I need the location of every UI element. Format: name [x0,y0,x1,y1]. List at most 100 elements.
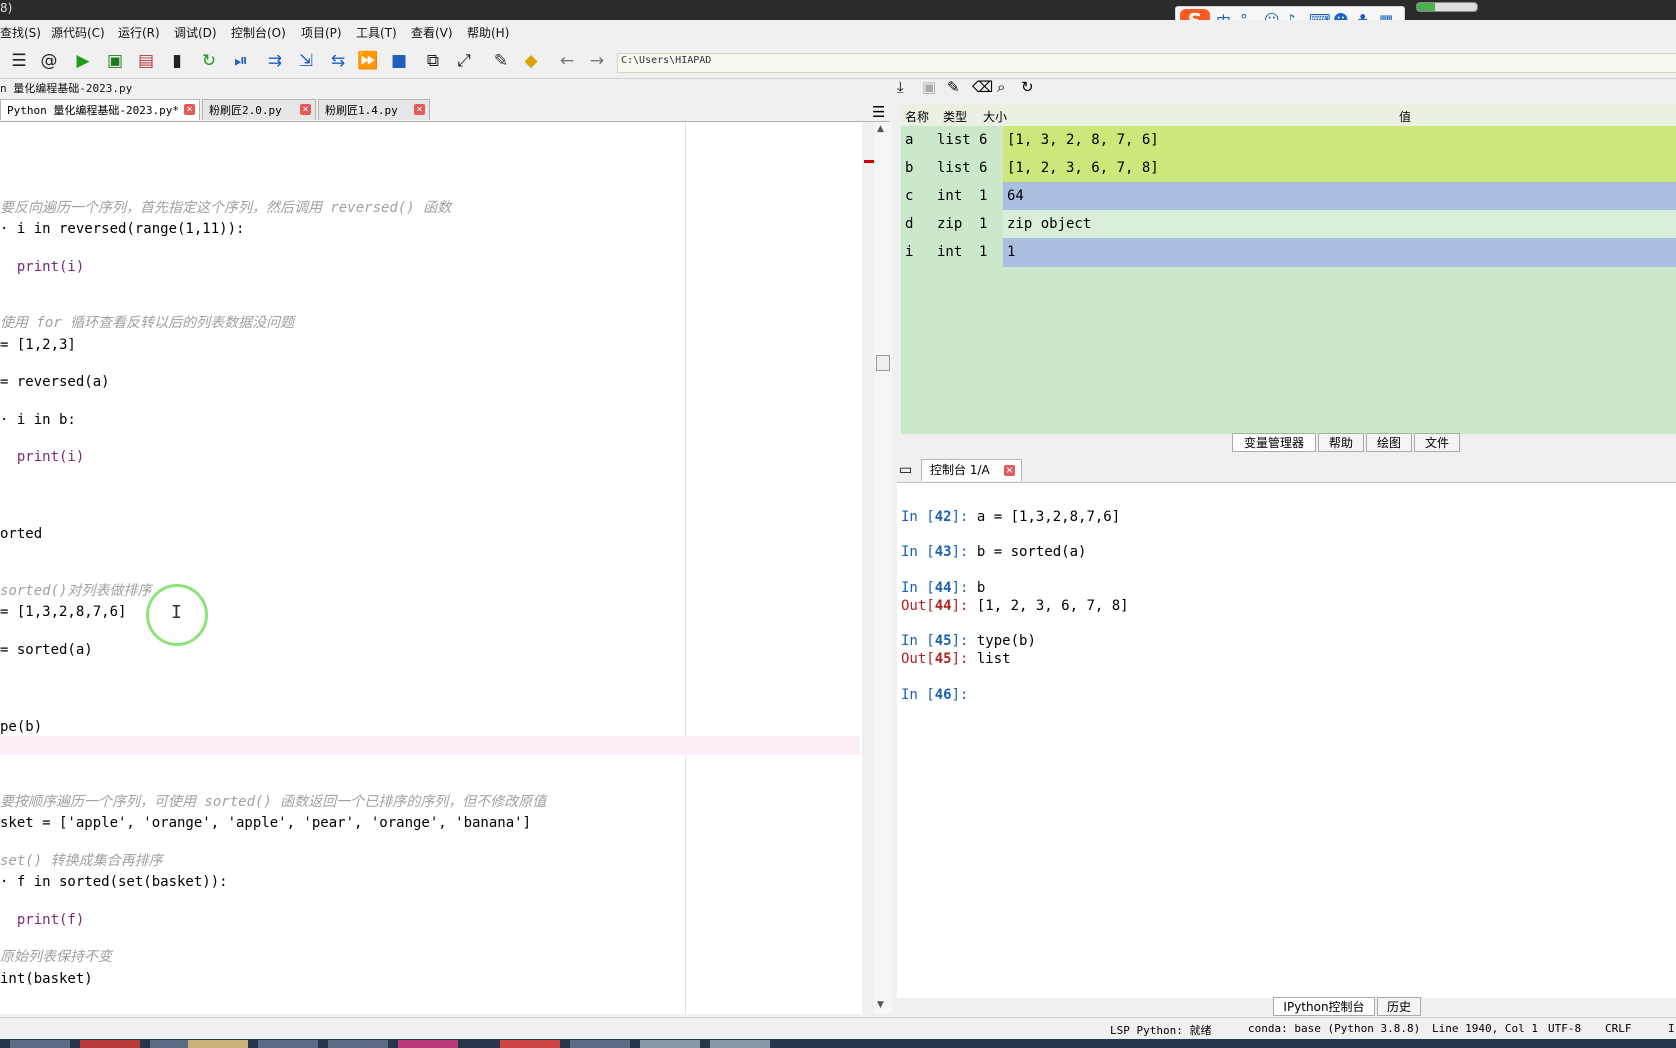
taskbar-item[interactable] [258,1040,318,1048]
save-as-icon[interactable]: ✎ [947,78,960,96]
step-into-icon[interactable]: ⇲ [295,50,317,72]
variable-row[interactable]: b list 6 [1, 2, 3, 6, 7, 8] [901,154,1676,183]
tab-ipython-console[interactable]: IPython控制台 [1273,997,1375,1016]
variable-value: [1, 2, 3, 6, 7, 8] [1007,160,1159,176]
run-icon[interactable]: ▶ [72,50,94,72]
variable-value: 1 [1007,244,1016,260]
folder-icon[interactable]: ▭ [899,462,912,478]
variable-row[interactable]: i int 1 1 [901,238,1676,267]
tab-file-2[interactable]: 粉刷匠2.0.py × [202,99,316,120]
back-icon[interactable]: ← [556,50,578,72]
taskbar-item[interactable] [10,1040,70,1048]
menu-debug[interactable]: 调试(D) [174,24,217,41]
taskbar-item[interactable] [328,1040,388,1048]
ipython-console[interactable]: In [42]: a = [1,3,2,8,7,6] In [43]: b = s… [897,482,1676,998]
menu-run[interactable]: 运行(R) [118,24,160,41]
preferences-icon[interactable]: ✎ [490,50,512,72]
code-line: = [1,3,2,8,7,6] [0,604,127,620]
at-icon[interactable]: @ [38,50,60,72]
pane-menu-icon[interactable]: ☰ [872,103,885,121]
taskbar-item[interactable] [710,1040,770,1048]
code-line: int(basket) [0,971,93,987]
console-input-line: In [43]: b = sorted(a) [901,544,1086,560]
taskbar-item[interactable] [640,1040,700,1048]
console-text: b = sorted(a) [976,544,1087,560]
tab-file-3[interactable]: 粉刷匠1.4.py × [318,99,430,120]
variable-row[interactable]: d zip 1 zip object [901,210,1676,239]
taskbar-item[interactable] [570,1040,630,1048]
menu-view[interactable]: 查看(V) [411,24,453,41]
close-icon[interactable]: × [184,104,195,115]
stop-icon[interactable]: ■ [388,50,410,72]
prompt-suffix: ]: [951,687,977,703]
progress-fill [1417,3,1435,11]
tab-files[interactable]: 文件 [1414,433,1460,452]
close-icon[interactable]: × [300,104,311,115]
erase-icon[interactable]: ⌫ [972,78,993,96]
close-icon[interactable]: × [1004,465,1015,476]
editor-file-path: n 量化编程基础-2023.py [0,82,133,95]
taskbar-item[interactable] [398,1040,458,1048]
search-icon[interactable]: ⌕ [997,78,1005,96]
tab-history[interactable]: 历史 [1377,997,1421,1016]
run-cell-advance-icon[interactable]: ▤ [135,50,157,72]
taskbar-item[interactable] [80,1040,140,1048]
variable-type: list [937,160,971,176]
step-return-icon[interactable]: ⇆ [327,50,349,72]
tab-variable-explorer[interactable]: 变量管理器 [1232,433,1316,452]
editor-scrollbar[interactable]: ▲ ▼ [874,122,892,1014]
code-editor[interactable]: 要反向遍历一个序列，首先指定这个序列，然后调用 reversed() 函数 · … [0,122,862,1014]
save-data-icon[interactable]: ▣ [922,78,936,96]
variable-row[interactable]: a list 6 [1, 3, 2, 8, 7, 6] [901,126,1676,155]
step-icon[interactable]: ⇉ [264,50,286,72]
variable-type: int [937,244,963,260]
prompt-prefix: In [ [901,633,935,649]
forward-icon[interactable]: → [586,50,608,72]
menu-console[interactable]: 控制台(O) [231,24,286,41]
variable-size: 1 [979,216,988,232]
code-line: 原始列表保持不变 [0,949,112,965]
run-selection-icon[interactable]: ▮ [166,50,188,72]
menu-tools[interactable]: 工具(T) [356,24,397,41]
working-directory-field[interactable]: C:\Users\HIAPAD [617,53,1676,73]
col-type[interactable]: 类型 [943,108,967,125]
taskbar-item[interactable] [188,1040,248,1048]
prompt-suffix: ]: [951,580,977,596]
scroll-up-icon[interactable]: ▲ [877,124,884,134]
run-cell-icon[interactable]: ▣ [104,50,126,72]
rerun-icon[interactable]: ↻ [198,50,220,72]
debug-icon[interactable]: ⏯ [230,50,252,72]
lsp-status: LSP Python: 就绪 [1110,1024,1212,1037]
menu-source[interactable]: 源代码(C) [51,24,105,41]
console-tab[interactable]: 控制台 1/A × [921,459,1022,481]
menu-search[interactable]: 查找(S) [0,24,41,41]
code-line: pe(b) [0,719,43,735]
col-name[interactable]: 名称 [905,108,929,125]
menu-project[interactable]: 项目(P) [301,24,342,41]
tab-main-file[interactable]: Python 量化编程基础-2023.py* × [0,99,200,120]
code-line: 要按顺序遍历一个序列，可使用 sorted() 函数返回一个已排序的序列，但不修… [0,794,547,810]
continue-icon[interactable]: ⏩ [357,50,379,72]
variable-row[interactable]: c int 1 64 [901,182,1676,211]
variable-explorer-toolbar: ⤓ ▣ ✎ ⌫ ⌕ ↻ [897,78,1676,100]
refresh-icon[interactable]: ↻ [1021,78,1034,96]
text-cursor-icon: I [171,602,182,623]
tab-plots[interactable]: 绘图 [1366,433,1412,452]
close-icon[interactable]: × [414,104,425,115]
menu-help[interactable]: 帮助(H) [467,24,509,41]
fullscreen-icon[interactable]: ⤢ [453,50,475,72]
scroll-down-icon[interactable]: ▼ [877,1000,884,1010]
tab-help[interactable]: 帮助 [1318,433,1364,452]
prompt-number: 44 [934,580,952,596]
outline-icon[interactable]: ☰ [8,50,30,72]
col-size[interactable]: 大小 [983,108,1007,125]
prompt-prefix: In [ [901,544,935,560]
col-value[interactable]: 值 [1399,108,1411,125]
import-data-icon[interactable]: ⤓ [897,78,904,96]
scroll-thumb[interactable] [876,355,890,371]
status-extra: I [1668,1022,1675,1035]
taskbar-item[interactable] [500,1040,560,1048]
maximize-pane-icon[interactable]: ⧉ [422,50,444,72]
python-path-icon[interactable]: ◆ [520,50,542,72]
variable-name: d [905,216,914,232]
